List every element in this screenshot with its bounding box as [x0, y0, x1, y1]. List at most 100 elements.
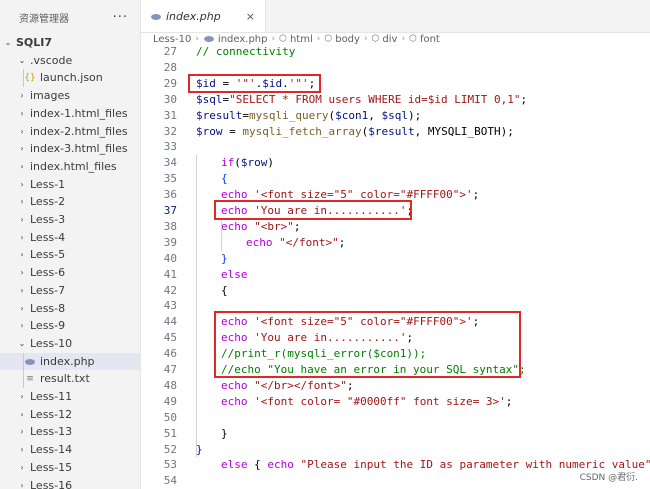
breadcrumb-item[interactable]: div	[382, 34, 397, 45]
tree-item[interactable]: › Less-1	[0, 176, 140, 193]
chevron-right-icon: ›	[316, 34, 321, 44]
chevron-right-icon[interactable]: ›	[18, 215, 26, 224]
code-view[interactable]: 27// connectivity 28 29 $id = '"'.$id.'"'; 3…	[141, 44, 650, 489]
tree-item[interactable]: › Less-9	[0, 317, 140, 334]
watermark: CSDN @君衍.	[579, 473, 638, 483]
tree-item-label: Less-15	[30, 460, 73, 474]
chevron-right-icon[interactable]: ›	[18, 463, 26, 472]
code-line: 40}	[141, 251, 650, 267]
chevron-right-icon[interactable]: ›	[18, 304, 26, 313]
tree-item-label: SQLI7	[16, 36, 53, 49]
breadcrumb-item[interactable]: body	[335, 34, 360, 45]
code-line: 27 // connectivity	[141, 44, 650, 60]
more-actions-icon[interactable]: ···	[113, 10, 128, 25]
chevron-right-icon[interactable]: ›	[18, 445, 26, 454]
line-content: echo "</br></font>";	[221, 378, 354, 392]
tree-item[interactable]: index.php	[0, 352, 140, 370]
tree-item-label: Less-12	[30, 407, 73, 421]
chevron-right-icon[interactable]: ›	[18, 197, 26, 206]
tree-item-label: Less-13	[30, 425, 73, 439]
chevron-down-icon[interactable]: ⌄	[4, 38, 12, 47]
editor-area: index.php × Less-10 › index.php › ⬡ html › ⬡ bod…	[141, 0, 650, 489]
tree-item[interactable]: › Less-11	[0, 388, 140, 405]
tree-item[interactable]: › Less-3	[0, 211, 140, 228]
highlight-box	[214, 200, 412, 220]
line-number: 28	[163, 60, 177, 74]
tree-item[interactable]: ⌄ Less-10	[0, 335, 140, 352]
chevron-right-icon[interactable]: ›	[18, 427, 26, 436]
tree-item[interactable]: ⌄ SQLI7	[0, 34, 140, 51]
chevron-right-icon[interactable]: ›	[18, 162, 26, 171]
breadcrumb-item[interactable]: index.php	[218, 34, 268, 45]
line-number: 39	[163, 235, 177, 249]
tree-item[interactable]: › Less-4	[0, 229, 140, 246]
breadcrumb-item[interactable]: font	[420, 34, 440, 45]
line-number: 49	[163, 394, 177, 408]
tree-item[interactable]: › images	[0, 87, 140, 104]
breadcrumb-item[interactable]: Less-10	[153, 34, 191, 45]
tab-bar: index.php ×	[141, 0, 650, 33]
tree-item[interactable]: › Less-5	[0, 246, 140, 263]
chevron-right-icon[interactable]: ›	[18, 392, 26, 401]
line-content: }	[221, 426, 228, 440]
tree-item[interactable]: ≡ result.txt	[0, 370, 140, 387]
chevron-right-icon[interactable]: ›	[18, 410, 26, 419]
chevron-right-icon[interactable]: ›	[18, 109, 26, 118]
line-content: echo "<br>";	[221, 219, 301, 233]
chevron-down-icon[interactable]: ⌄	[18, 56, 26, 65]
tree-item[interactable]: › index.html_files	[0, 158, 140, 175]
line-number: 40	[163, 251, 177, 265]
php-file-icon	[150, 10, 162, 23]
php-file-icon	[203, 34, 215, 45]
tree-item[interactable]: {} launch.json	[0, 69, 140, 86]
chevron-right-icon: ›	[271, 34, 276, 44]
line-number: 45	[163, 331, 177, 345]
chevron-right-icon[interactable]: ›	[18, 250, 26, 259]
chevron-down-icon[interactable]: ⌄	[18, 339, 26, 348]
tree-item-label: index.php	[40, 354, 95, 368]
line-number: 54	[163, 474, 177, 488]
tree-item[interactable]: › Less-6	[0, 264, 140, 281]
breadcrumb-item[interactable]: html	[290, 34, 313, 45]
json-file-icon: {}	[24, 72, 36, 83]
tree-item[interactable]: › Less-14	[0, 441, 140, 458]
tree-item-label: Less-6	[30, 266, 66, 280]
chevron-right-icon[interactable]: ›	[18, 91, 26, 100]
tree-item[interactable]: › Less-15	[0, 459, 140, 476]
tree-item[interactable]: › index-2.html_files	[0, 123, 140, 140]
tree-item-label: Less-1	[30, 177, 66, 191]
tree-item[interactable]: ⌄ .vscode	[0, 52, 140, 69]
code-line: 41 else	[141, 267, 650, 283]
line-content: echo '<font color= "#0000ff" font size= …	[221, 394, 513, 408]
tree-item[interactable]: › Less-12	[0, 406, 140, 423]
tree-item-label: index-2.html_files	[30, 124, 128, 138]
tree-item-label: Less-4	[30, 230, 66, 244]
explorer-header: 资源管理器 ···	[0, 0, 140, 34]
chevron-right-icon[interactable]: ›	[18, 286, 26, 295]
chevron-right-icon[interactable]: ›	[18, 481, 26, 489]
chevron-right-icon[interactable]: ›	[18, 268, 26, 277]
code-line: 35 {	[141, 171, 650, 187]
chevron-right-icon[interactable]: ›	[18, 233, 26, 242]
tree-item-label: index.html_files	[30, 159, 117, 173]
code-line: 39 echo "</font>";	[141, 235, 650, 251]
tree-item[interactable]: › Less-8	[0, 300, 140, 317]
close-icon[interactable]: ×	[246, 10, 255, 23]
tree-item[interactable]: › index-1.html_files	[0, 105, 140, 122]
chevron-right-icon[interactable]: ›	[18, 127, 26, 136]
tree-item[interactable]: › Less-13	[0, 423, 140, 440]
explorer-title: 资源管理器	[19, 13, 69, 25]
code-line: 50	[141, 410, 650, 426]
chevron-right-icon[interactable]: ›	[18, 180, 26, 189]
chevron-right-icon[interactable]: ›	[18, 321, 26, 330]
tree-item[interactable]: › Less-7	[0, 282, 140, 299]
tree-item-label: .vscode	[30, 53, 73, 67]
line-number: 52	[163, 442, 177, 456]
tree-item[interactable]: › Less-2	[0, 193, 140, 210]
tab-index-php[interactable]: index.php ×	[141, 0, 266, 32]
tree-item[interactable]: › Less-16	[0, 477, 140, 489]
line-number: 51	[163, 426, 177, 440]
line-number: 50	[163, 410, 177, 424]
tree-item[interactable]: › index-3.html_files	[0, 140, 140, 157]
chevron-right-icon[interactable]: ›	[18, 144, 26, 153]
